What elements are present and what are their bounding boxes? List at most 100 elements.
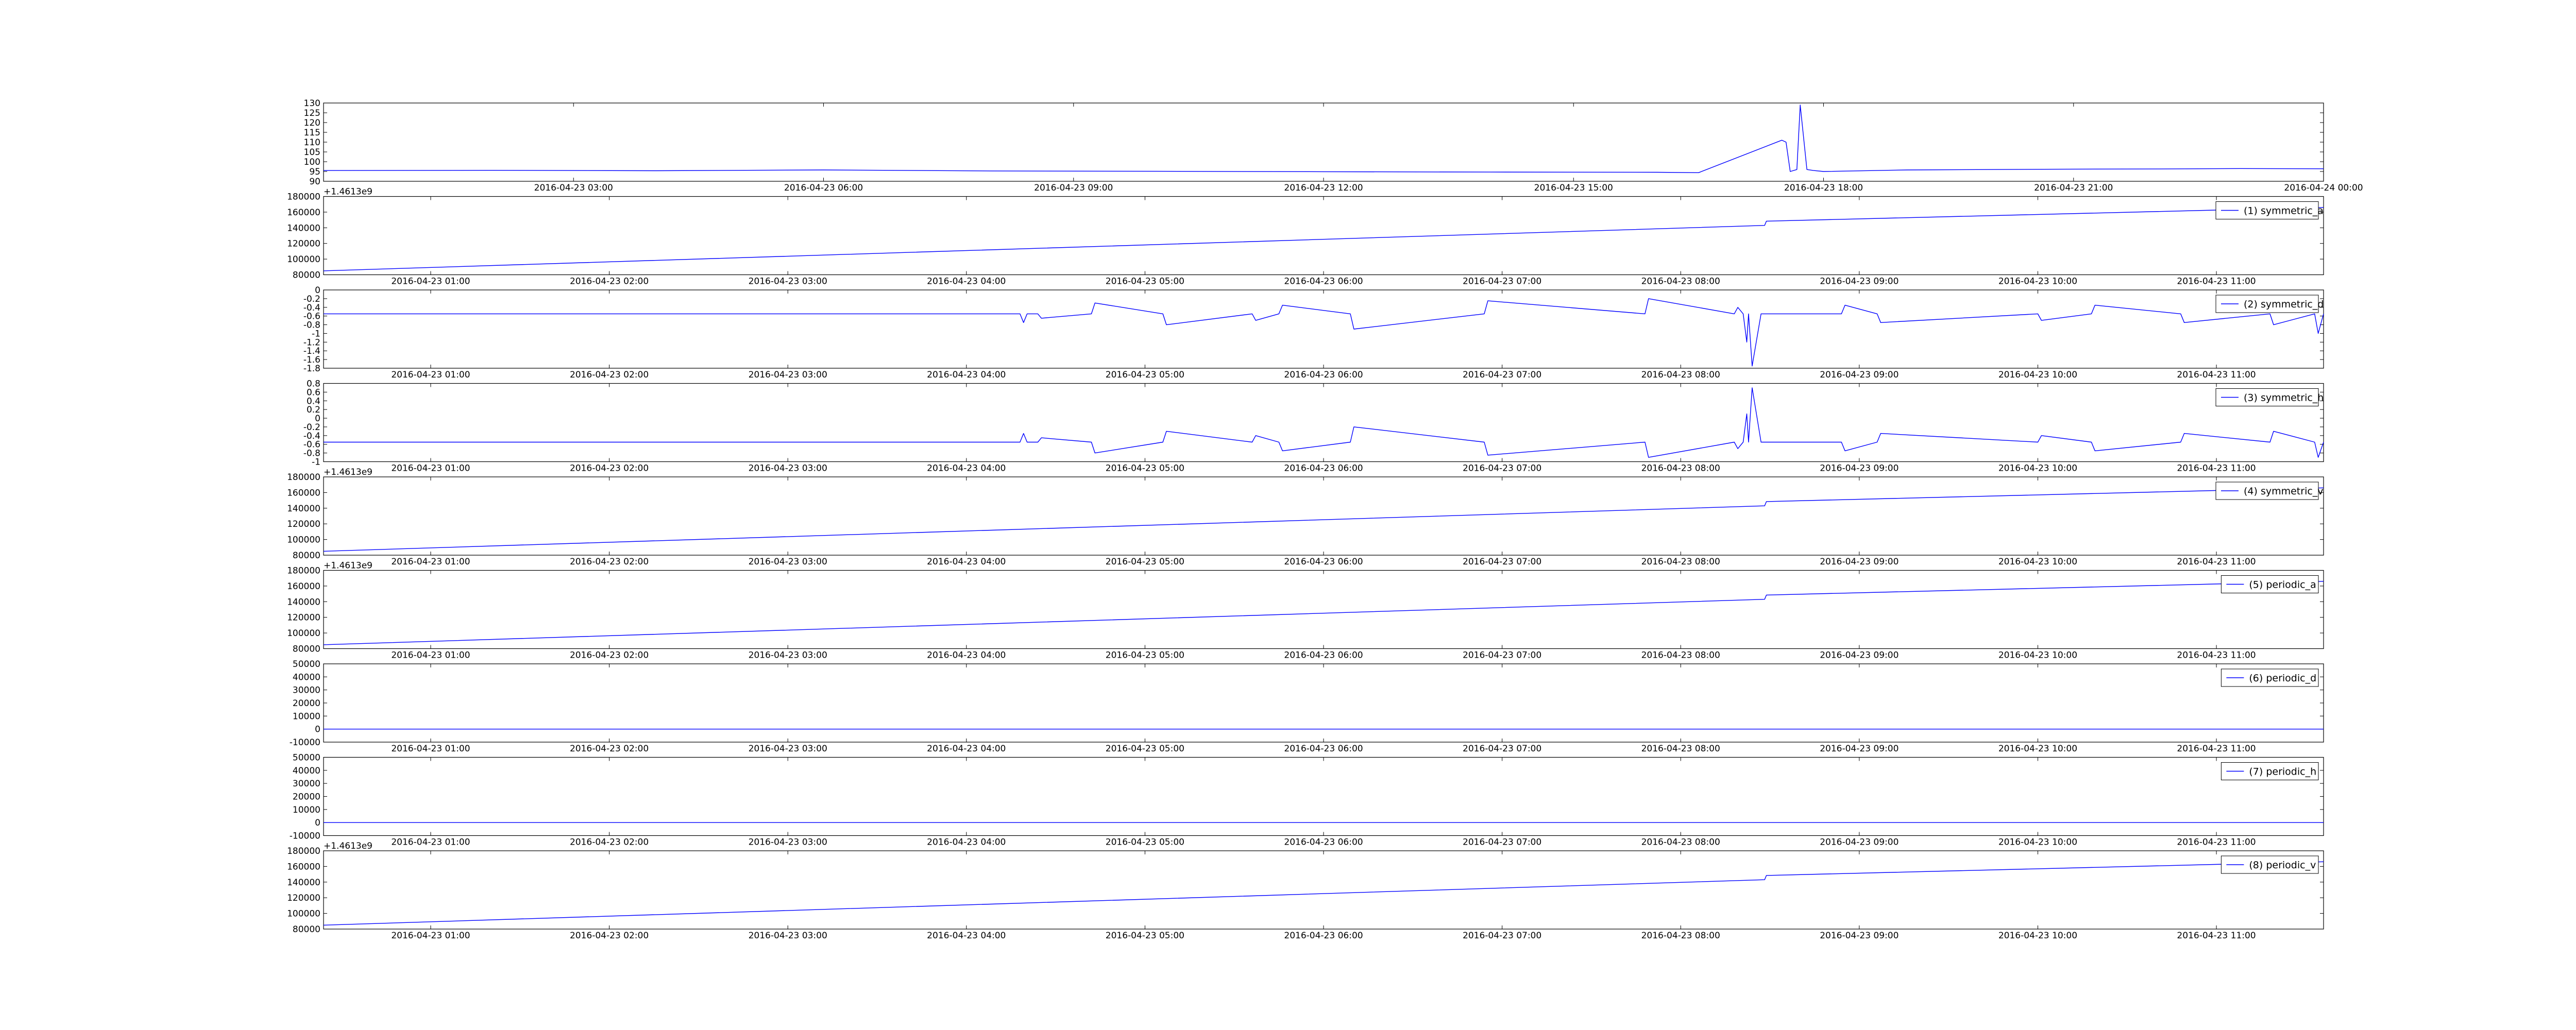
y-tick-label: 100000 [287,254,320,265]
x-tick-label: 2016-04-23 02:00 [570,744,649,754]
x-tick-label: 2016-04-23 03:00 [749,370,827,380]
y-tick-label: -10000 [290,831,320,842]
x-tick-label: 2016-04-23 11:00 [2177,931,2256,941]
x-tick-label: 2016-04-23 03:00 [534,183,613,193]
x-tick-label: 2016-04-23 04:00 [927,277,1006,287]
y-tick-label: 80000 [293,551,320,561]
x-tick-label: 2016-04-23 07:00 [1463,464,1541,474]
x-tick-label: 2016-04-23 04:00 [927,370,1006,380]
x-tick-label: 2016-04-23 10:00 [1998,931,2077,941]
axes-frame [323,196,2324,276]
x-tick-label: 2016-04-23 09:00 [1820,277,1899,287]
x-tick-label: 2016-04-23 10:00 [1998,837,2077,848]
x-tick-label: 2016-04-23 01:00 [391,837,470,848]
axes-frame [323,570,2324,649]
y-tick-label: 0 [315,725,320,735]
subplot-1: 80000 100000 120000 140000 160000 180000 2016-… [287,187,2324,287]
x-tick-label: 2016-04-23 08:00 [1641,464,1720,474]
x-tick-label: 2016-04-23 08:00 [1641,277,1720,287]
x-tick-label: 2016-04-23 05:00 [1106,464,1184,474]
x-tick-label: 2016-04-23 15:00 [1534,183,1613,193]
legend-label: (2) symmetric_d [2244,299,2324,310]
x-tick-label: 2016-04-23 06:00 [1284,277,1363,287]
x-tick-label: 2016-04-23 05:00 [1106,931,1184,941]
x-tick-label: 2016-04-23 05:00 [1106,557,1184,567]
x-tick-label: 2016-04-23 02:00 [570,277,649,287]
x-tick-label: 2016-04-23 09:00 [1820,837,1899,848]
y-tick-label: 30000 [293,779,320,789]
x-tick-label: 2016-04-23 09:00 [1034,183,1113,193]
axes-frame [323,476,2324,556]
x-tick-label: 2016-04-23 11:00 [2177,837,2256,848]
x-tick-label: 2016-04-23 03:00 [749,931,827,941]
subplot-6: -10000 0 10000 20000 30000 40000 50000 2016-04-… [290,659,2324,754]
offset-text: +1.4613e9 [324,467,372,477]
x-tick-label: 2016-04-23 02:00 [570,837,649,848]
x-tick-label: 2016-04-23 05:00 [1106,837,1184,848]
x-tick-label: 2016-04-23 06:00 [1284,650,1363,661]
series-line [323,105,2324,173]
x-tick-label: 2016-04-23 11:00 [2177,557,2256,567]
x-tick-label: 2016-04-23 10:00 [1998,370,2077,380]
x-tick-label: 2016-04-23 07:00 [1463,837,1541,848]
x-tick-label: 2016-04-23 09:00 [1820,370,1899,380]
y-tick-label: 0.8 [307,379,320,389]
y-tick-label: 40000 [293,672,320,682]
y-tick-label: 160000 [287,488,320,498]
series-line [324,387,2324,458]
x-tick-label: 2016-04-23 05:00 [1106,277,1184,287]
y-tick-label: 10000 [293,805,320,815]
x-tick-label: 2016-04-23 10:00 [1998,744,2077,754]
y-tick-label: 110 [304,138,320,148]
y-tick-label: 180000 [287,192,320,202]
x-tick-label: 2016-04-23 03:00 [749,650,827,661]
x-tick-label: 2016-04-23 06:00 [1284,557,1363,567]
stacked-line-charts: 9095100105110115120125130 2016-04-23 03:0… [287,98,2363,941]
x-tick-label: 2016-04-23 04:00 [927,650,1006,661]
y-tick-label: 80000 [293,270,320,281]
x-tick-label: 2016-04-23 02:00 [570,931,649,941]
x-tick-label: 2016-04-23 07:00 [1463,370,1541,380]
y-tick-label: 0 [315,818,320,828]
x-tick-label: 2016-04-23 10:00 [1998,650,2077,661]
x-tick-label: 2016-04-23 06:00 [784,183,863,193]
y-tick-label: 180000 [287,472,320,483]
offset-text: +1.4613e9 [324,841,372,851]
x-tick-label: 2016-04-23 09:00 [1820,464,1899,474]
axes-frame [323,383,2324,462]
x-tick-label: 2016-04-23 04:00 [927,464,1006,474]
y-tick-label: 40000 [293,766,320,776]
y-tick-label: 90 [309,177,320,187]
y-tick-label: 115 [304,128,320,138]
legend-label: (1) symmetric_a [2244,205,2324,217]
x-tick-label: 2016-04-23 10:00 [1998,464,2077,474]
x-tick-label: 2016-04-23 18:00 [1784,183,1863,193]
x-tick-label: 2016-04-23 03:00 [749,277,827,287]
series-line [323,487,2324,552]
series-line [324,298,2324,367]
x-tick-label: 2016-04-23 03:00 [749,837,827,848]
y-tick-label: 50000 [293,659,320,670]
x-tick-label: 2016-04-23 10:00 [1998,277,2077,287]
y-tick-label: 80000 [293,924,320,935]
y-tick-label: -10000 [290,737,320,748]
y-tick-label: 100000 [287,909,320,919]
axes-frame [323,757,2324,836]
legend-label: (4) symmetric_v [2244,486,2324,497]
y-tick-label: 140000 [287,878,320,888]
x-tick-label: 2016-04-23 02:00 [570,370,649,380]
x-tick-label: 2016-04-23 06:00 [1284,837,1363,848]
x-tick-label: 2016-04-23 06:00 [1284,744,1363,754]
x-tick-label: 2016-04-23 08:00 [1641,931,1720,941]
x-tick-label: 2016-04-23 02:00 [570,650,649,661]
y-tick-label: 0 [315,285,320,296]
x-tick-label: 2016-04-23 06:00 [1284,931,1363,941]
x-tick-label: 2016-04-23 09:00 [1820,744,1899,754]
x-tick-label: 2016-04-23 11:00 [2177,370,2256,380]
subplot-7: -10000 0 10000 20000 30000 40000 50000 2016-04-… [290,753,2324,848]
legend-label: (5) periodic_a [2249,579,2316,591]
y-tick-label: 160000 [287,208,320,218]
x-tick-label: 2016-04-23 11:00 [2177,744,2256,754]
y-tick-label: 50000 [293,753,320,763]
series-line [323,861,2324,926]
